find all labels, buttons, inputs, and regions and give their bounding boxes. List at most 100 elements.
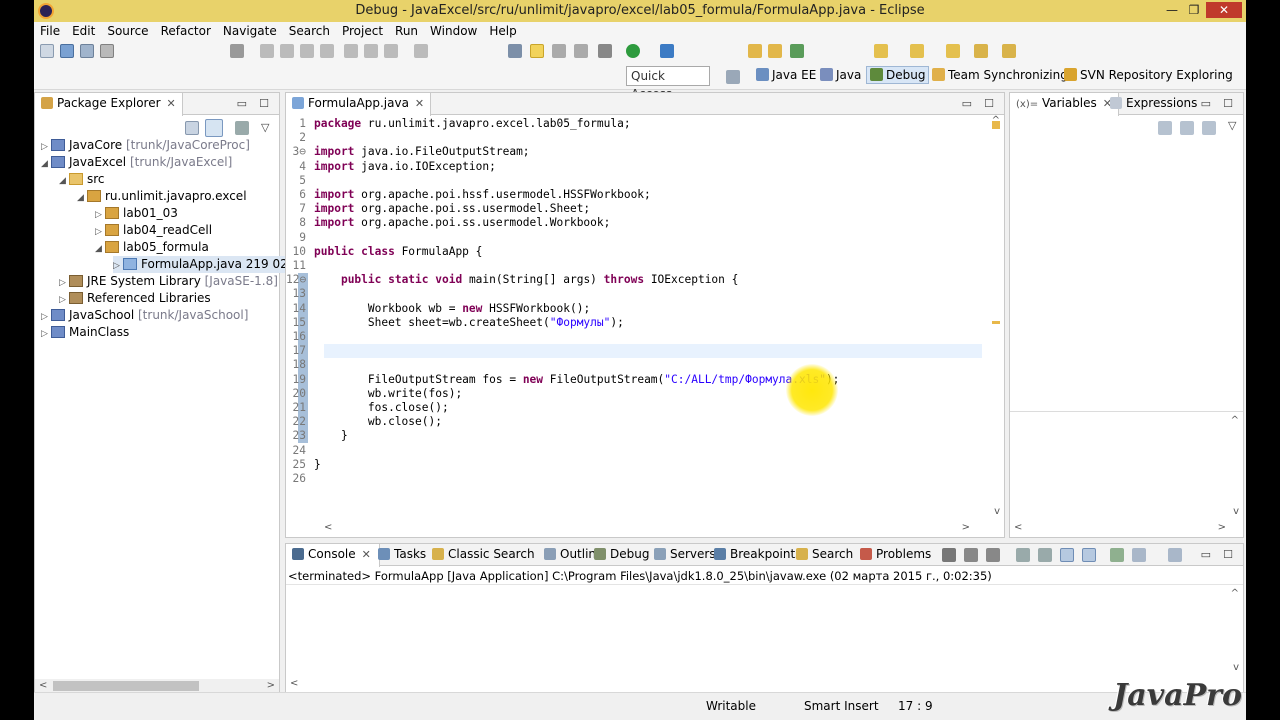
perspective-svn[interactable]: SVN Repository Exploring: [1064, 68, 1233, 82]
tab-package-explorer[interactable]: Package Explorer ✕: [35, 93, 183, 116]
open-type-icon[interactable]: [508, 44, 522, 58]
menu-run[interactable]: Run: [389, 22, 424, 40]
scroll-left-icon[interactable]: <: [290, 678, 298, 689]
tree-item[interactable]: ▷ Referenced Libraries: [59, 290, 211, 307]
menu-help[interactable]: Help: [483, 22, 522, 40]
collapse-all-icon[interactable]: [185, 121, 199, 135]
terminate-console-icon[interactable]: [942, 548, 956, 562]
scroll-down-icon[interactable]: v: [994, 506, 1000, 517]
scroll-right-icon[interactable]: >: [1218, 522, 1226, 533]
tab-formulaapp-java[interactable]: FormulaApp.java ✕: [286, 93, 432, 116]
show-logical-structure-icon[interactable]: [1180, 121, 1194, 135]
code-line[interactable]: 14 Workbook wb = new HSSFWorkbook();: [286, 302, 591, 316]
forward-icon[interactable]: [1002, 44, 1016, 58]
scroll-lock-icon[interactable]: [1016, 548, 1030, 562]
collapse-arrow-icon[interactable]: ◢: [41, 156, 51, 173]
variables-horizontal-scrollbar[interactable]: < >: [1012, 521, 1228, 535]
maximize-view-icon[interactable]: ☐: [259, 97, 269, 110]
scroll-right-icon[interactable]: >: [962, 522, 970, 533]
close-tab-icon[interactable]: ✕: [167, 97, 176, 110]
open-perspective-icon[interactable]: [726, 70, 740, 84]
remove-launch-icon[interactable]: [964, 548, 978, 562]
tab-problems[interactable]: Problems: [854, 544, 937, 566]
tab-search[interactable]: Search: [790, 544, 859, 566]
collapse-all-icon[interactable]: [1202, 121, 1216, 135]
menu-search[interactable]: Search: [283, 22, 336, 40]
disconnect-icon[interactable]: [320, 44, 334, 58]
code-line[interactable]: 7 import org.apache.poi.ss.usermodel.Shee…: [286, 202, 590, 216]
tree-item[interactable]: ◢ src: [59, 171, 105, 188]
code-line[interactable]: 11: [286, 259, 314, 273]
word-wrap-icon[interactable]: [1038, 548, 1052, 562]
code-line[interactable]: 2: [286, 131, 314, 145]
external-tools-icon[interactable]: [660, 44, 674, 58]
tab-variables[interactable]: (x)= Variables ✕: [1010, 93, 1119, 116]
menu-window[interactable]: Window: [424, 22, 483, 40]
code-line[interactable]: 13: [286, 287, 314, 301]
toggle-block-selection-icon[interactable]: [552, 44, 566, 58]
maximize-view-icon[interactable]: ☐: [984, 97, 994, 110]
code-line[interactable]: 6 import org.apache.poi.hssf.usermodel.HS…: [286, 188, 651, 202]
code-line[interactable]: 8 import org.apache.poi.ss.usermodel.Work…: [286, 216, 610, 230]
menu-navigate[interactable]: Navigate: [217, 22, 283, 40]
collapse-arrow-icon[interactable]: ◢: [95, 241, 105, 258]
code-line[interactable]: 12⊖ public static void main(String[] arg…: [286, 273, 738, 287]
tab-debug[interactable]: Debug: [588, 544, 655, 566]
code-line[interactable]: 17: [286, 344, 314, 358]
code-line[interactable]: 9: [286, 231, 314, 245]
scroll-thumb[interactable]: [53, 681, 199, 691]
menu-project[interactable]: Project: [336, 22, 389, 40]
suspend-icon[interactable]: [280, 44, 294, 58]
new-java-project-icon[interactable]: [748, 44, 762, 58]
code-line[interactable]: 20 wb.write(fos);: [286, 387, 463, 401]
code-line[interactable]: 10 public class FormulaApp {: [286, 245, 483, 259]
tab-classic-search[interactable]: Classic Search: [426, 544, 541, 566]
maximize-view-icon[interactable]: ☐: [1223, 548, 1233, 561]
code-line[interactable]: 1 package ru.unlimit.javapro.excel.lab05_…: [286, 117, 630, 131]
pin-console-icon[interactable]: [1110, 548, 1124, 562]
scroll-up-icon[interactable]: ^: [992, 115, 1000, 126]
close-button[interactable]: ✕: [1206, 2, 1242, 18]
perspective-team-sync[interactable]: Team Synchronizing: [932, 68, 1068, 82]
code-line[interactable]: 26: [286, 472, 314, 486]
code-line[interactable]: 24: [286, 444, 314, 458]
perspective-java[interactable]: Java: [820, 68, 861, 82]
show-type-names-icon[interactable]: [1158, 121, 1172, 135]
minimize-button[interactable]: —: [1162, 2, 1182, 18]
code-line[interactable]: 21 fos.close();: [286, 401, 449, 415]
tree-item[interactable]: ◢ lab05_formula: [95, 239, 209, 256]
perspective-debug[interactable]: Debug: [866, 66, 930, 84]
code-line[interactable]: 5: [286, 174, 314, 188]
expand-arrow-icon[interactable]: ▷: [41, 326, 51, 343]
tree-item[interactable]: ▷ JRE System Library [JavaSE-1.8]: [59, 273, 278, 290]
step-return-icon[interactable]: [384, 44, 398, 58]
focus-icon[interactable]: [235, 121, 249, 135]
tab-tasks[interactable]: Tasks: [372, 544, 432, 566]
open-console-icon[interactable]: [1168, 548, 1182, 562]
code-line[interactable]: 22 wb.close();: [286, 415, 442, 429]
resume-icon[interactable]: [260, 44, 274, 58]
scroll-left-icon[interactable]: <: [324, 522, 332, 533]
scroll-left-icon[interactable]: <: [39, 680, 47, 691]
new-icon[interactable]: [40, 44, 54, 58]
use-step-filters-icon[interactable]: [414, 44, 428, 58]
editor-horizontal-scrollbar[interactable]: < >: [322, 521, 972, 535]
view-menu-icon[interactable]: ▽: [1228, 119, 1236, 132]
code-line[interactable]: 4 import java.io.IOException;: [286, 160, 496, 174]
last-edit-location-icon[interactable]: [946, 44, 960, 58]
scroll-up-icon[interactable]: ^: [1231, 588, 1239, 599]
previous-annotation-icon[interactable]: [910, 44, 924, 58]
horizontal-scrollbar[interactable]: < >: [35, 679, 279, 693]
tree-item[interactable]: ◢ JavaExcel [trunk/JavaExcel]: [41, 154, 232, 171]
step-into-icon[interactable]: [344, 44, 358, 58]
scroll-down-icon[interactable]: v: [1233, 662, 1239, 673]
remove-all-terminated-icon[interactable]: [986, 548, 1000, 562]
console-horizontal-scrollbar[interactable]: <: [288, 677, 1226, 691]
tree-item[interactable]: ◢ ru.unlimit.javapro.excel: [77, 188, 247, 205]
minimize-view-icon[interactable]: ▭: [1201, 97, 1211, 110]
display-console-icon[interactable]: [1132, 548, 1146, 562]
toggle-mark-occurrences-icon[interactable]: [530, 44, 544, 58]
tree-item[interactable]: ▷ JavaCore [trunk/JavaCoreProc]: [41, 137, 250, 154]
minimize-view-icon[interactable]: ▭: [237, 97, 247, 110]
collapse-arrow-icon[interactable]: ◢: [59, 173, 69, 190]
